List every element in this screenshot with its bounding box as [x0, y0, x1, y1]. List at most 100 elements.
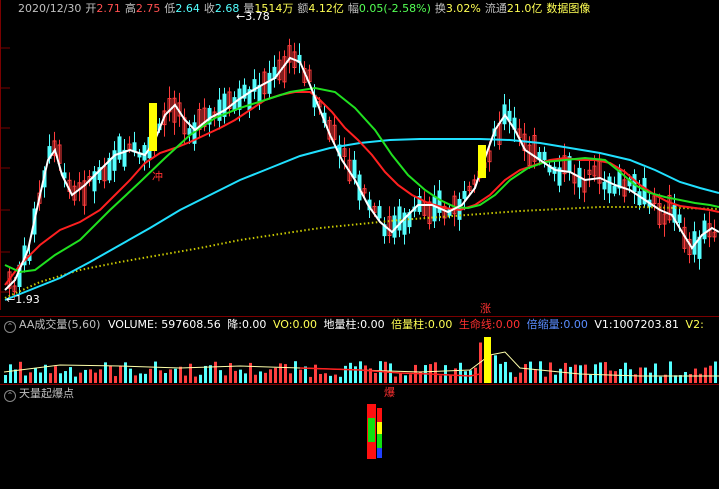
- volume-bar: [64, 371, 67, 383]
- high-marker-value: 3.78: [245, 10, 270, 23]
- signal-red-bar: [367, 404, 376, 459]
- volume-bar: [299, 369, 302, 383]
- volume-bar: [89, 369, 92, 383]
- volume-bar: [619, 368, 622, 383]
- volume-bar: [94, 372, 97, 383]
- volume-bar: [279, 363, 282, 383]
- volume-bar: [239, 369, 242, 383]
- volume-bar: [34, 368, 37, 383]
- candle-body: [377, 206, 382, 219]
- volume-bar: [124, 362, 127, 383]
- volume-bar: [679, 375, 682, 383]
- volume-bar: [224, 375, 227, 383]
- volume-bar: [489, 354, 492, 383]
- volume-bar: [249, 362, 252, 383]
- volume-life-line: [299, 367, 481, 377]
- volume-bar: [19, 361, 22, 383]
- volume-bar: [684, 371, 687, 383]
- candle-body: [702, 220, 707, 240]
- volume-bar: [4, 375, 7, 383]
- candle-body: [432, 196, 437, 222]
- beilizhu-value: 0.00: [427, 318, 453, 331]
- volume-bar: [29, 372, 32, 383]
- beilizhu-label: 倍量柱:: [391, 318, 428, 331]
- volume-bar: [114, 376, 117, 383]
- volume-bar: [14, 369, 17, 383]
- volume-bar: [714, 361, 717, 383]
- volume-bar: [704, 367, 707, 383]
- volume-bar: [614, 371, 617, 383]
- volume-bar: [639, 367, 642, 383]
- collapse-chevron-icon[interactable]: ⌃: [4, 390, 16, 402]
- chart-screen: 2020/12/30 开2.71 高2.75 低2.64 收2.68 量1514万 额4.1…: [0, 0, 719, 489]
- volume-bar: [709, 365, 712, 383]
- volume-bar: [189, 363, 192, 383]
- high-price-marker: ←3.78: [236, 10, 270, 24]
- volume-bar: [369, 368, 372, 383]
- volume-bar: [399, 373, 402, 383]
- candle-body: [677, 214, 682, 223]
- volume-bar: [429, 364, 432, 383]
- signal-green-segment: [368, 418, 375, 442]
- volume-bar: [494, 355, 497, 383]
- candle-body: [612, 185, 617, 194]
- volume-bar: [564, 362, 567, 383]
- v1-value: 1007203.81: [612, 318, 680, 331]
- volume-bar: [254, 374, 257, 383]
- volume-bar: [134, 375, 137, 383]
- volume-bar: [444, 365, 447, 383]
- volume-bar: [599, 362, 602, 383]
- volume-bar: [644, 367, 647, 383]
- price-chart[interactable]: [0, 0, 719, 310]
- volume-bar: [294, 361, 297, 383]
- volume-bar: [164, 373, 167, 383]
- volume-bar: [589, 374, 592, 383]
- signal-label-chong: 冲: [152, 170, 163, 183]
- volume-bar: [204, 365, 207, 383]
- signal-label-bao: 爆: [384, 386, 395, 399]
- bottom-panel-title[interactable]: 天量起爆点: [19, 387, 74, 400]
- volume-bar: [284, 364, 287, 383]
- beisuoliang-label: 倍缩量:: [526, 318, 564, 331]
- volume-bar: [559, 368, 562, 383]
- volume-panel-title[interactable]: AA成交量(5,60): [19, 318, 100, 331]
- volume-bar: [459, 362, 462, 383]
- volume-bar: [404, 375, 407, 383]
- volume-bar: [169, 369, 172, 383]
- signal-yellow-segment: [377, 422, 382, 434]
- volume-bar: [159, 370, 162, 383]
- volume-bar: [309, 376, 312, 383]
- volume-bar: [629, 369, 632, 383]
- volume-bar: [654, 363, 657, 383]
- volume-bar: [579, 365, 582, 383]
- low-marker-arrow-icon: ←: [6, 293, 16, 306]
- volume-bar: [44, 364, 47, 383]
- low-price-marker: ←1.93: [6, 293, 40, 307]
- volume-bar: [529, 361, 532, 383]
- volume-bar: [359, 361, 362, 383]
- volume-bar: [409, 374, 412, 383]
- volume-bar: [659, 376, 662, 383]
- volume-bar: [479, 342, 482, 383]
- collapse-chevron-icon[interactable]: ⌃: [4, 321, 16, 333]
- volume-bar: [689, 374, 692, 383]
- volume-bar: [349, 362, 352, 383]
- volume-bar: [699, 373, 702, 383]
- volume-bar: [634, 374, 637, 383]
- volume-bar: [664, 374, 667, 383]
- volume-bar: [259, 371, 262, 383]
- volume-bar: [384, 361, 387, 383]
- candle-body: [397, 206, 402, 231]
- v2-label: V2:: [685, 318, 704, 331]
- volume-bar: [24, 375, 27, 383]
- shengming-value: 0.00: [495, 318, 521, 331]
- volume-bar: [594, 364, 597, 383]
- volume-bar: [524, 364, 527, 383]
- volume-bar: [439, 375, 442, 383]
- jiang-value: 0.00: [241, 318, 267, 331]
- signal-green-lower: [377, 434, 382, 448]
- ma-red-line: [4, 91, 719, 286]
- volume-bar: [419, 371, 422, 383]
- volume-bar: [179, 366, 182, 383]
- volume-bar: [289, 373, 292, 383]
